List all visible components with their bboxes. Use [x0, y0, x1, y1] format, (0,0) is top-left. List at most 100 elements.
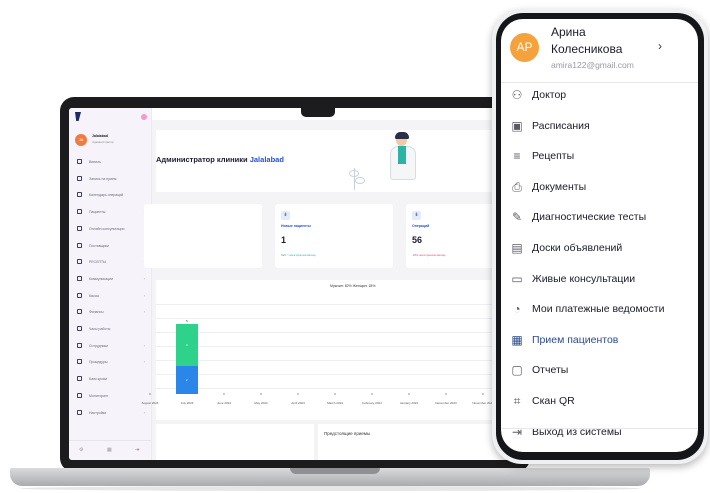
- bottom-card-left: [156, 424, 314, 460]
- sidebar-item[interactable]: Финансы ›: [75, 306, 149, 318]
- menu-item-icon: [77, 275, 82, 281]
- menu-item-icon: ⎙: [512, 179, 522, 194]
- phone-profile[interactable]: АР Арина Колесникова amira122@gmail.com …: [501, 19, 698, 83]
- sidebar-item-label: Календарь операций: [89, 193, 124, 198]
- menu-item-icon: [77, 292, 82, 298]
- avatar: JA: [75, 134, 87, 146]
- bar-value-label: 3: [186, 343, 188, 347]
- menu-item-icon: [77, 209, 82, 215]
- bar-value-label: 0: [149, 392, 151, 396]
- sidebar-item[interactable]: Пациенты›: [75, 206, 149, 218]
- phone-screen: АР Арина Колесникова amira122@gmail.com …: [501, 19, 698, 452]
- sidebar-item[interactable]: Мониторинг: [75, 390, 149, 402]
- stat-card: ⇟ Новые пациенты 1 NaN ↑ чем в прошлом меся…: [275, 204, 393, 268]
- profile-role: Администратор: [92, 140, 114, 144]
- sidebar-item[interactable]: Коммуникации ›: [75, 273, 149, 285]
- sidebar-item[interactable]: Процедуры ›: [75, 356, 149, 368]
- menu-item[interactable]: ▤ Доски объявлений: [501, 236, 698, 262]
- menu-item-icon: [77, 175, 82, 181]
- sidebar-item[interactable]: Онлайн консультации: [75, 223, 149, 235]
- x-tick-label: January 2024: [399, 401, 419, 405]
- notification-icon[interactable]: [141, 114, 147, 120]
- bar-value-label: 0: [371, 392, 373, 396]
- sidebar-item-label: Финансы: [89, 310, 104, 315]
- sidebar-item[interactable]: Кассы ›: [75, 290, 149, 302]
- menu-item[interactable]: ▢ Отчеты: [501, 358, 698, 384]
- bar-value-label: 0: [408, 392, 410, 396]
- menu-item[interactable]: ▦ Прием пациентов: [501, 328, 698, 354]
- menu-item-icon: ⚇: [511, 88, 523, 102]
- profile-first-name: Арина: [551, 25, 586, 39]
- menu-item[interactable]: ✎ Диагностические тесты: [501, 205, 698, 231]
- laptop-main: Администратор клиники Jalalabad ⇟ Новые п…: [142, 108, 521, 460]
- chevron-right-icon: ›: [143, 275, 145, 281]
- menu-item-icon: [77, 359, 82, 365]
- profile-last-name: Колесникова: [551, 42, 623, 56]
- x-tick-label: April 2024: [291, 401, 305, 405]
- plant-illustration: [349, 168, 367, 190]
- menu-item-icon: ≡: [513, 149, 521, 164]
- menu-item-icon: [77, 309, 82, 315]
- sidebar-item[interactable]: Випиль: [75, 156, 149, 168]
- menu-item-icon: ▦: [511, 332, 523, 347]
- sidebar-item-label: Процедуры: [89, 360, 108, 365]
- menu-item-icon: [77, 242, 82, 248]
- sidebar-item-label: Пациенты: [89, 210, 106, 215]
- menu-item[interactable]: ▣ Расписания: [501, 114, 698, 140]
- sidebar-item[interactable]: Поставщики: [75, 240, 149, 252]
- x-tick-label: May 2024: [254, 401, 268, 405]
- sidebar-item[interactable]: Банк крови: [75, 373, 149, 385]
- menu-item-label: Расписания: [532, 119, 590, 132]
- logout-icon[interactable]: ⇥: [135, 447, 139, 453]
- laptop-sidebar: JA Jalalabad Администратор Випиль Запись …: [69, 108, 152, 460]
- menu-item-label: Живые консультации: [532, 272, 636, 285]
- sidebar-item[interactable]: РЕСЕПТЫ›: [75, 256, 149, 268]
- bar-value-label: 0: [260, 392, 262, 396]
- menu-item-label: Рецепты: [532, 150, 575, 163]
- menu-divider: [501, 428, 698, 429]
- sidebar-item-label: Онлайн консультации: [89, 226, 125, 231]
- gridline: [156, 374, 521, 375]
- chart-legend: Мужчин: 82% Женщин: 18%: [330, 284, 376, 288]
- sidebar-item-label: Кассы: [89, 293, 100, 298]
- gridline: [156, 360, 521, 361]
- menu-item-icon: [77, 409, 82, 415]
- laptop-shadow: [20, 486, 640, 491]
- sidebar-item[interactable]: Настройки ›: [75, 407, 149, 419]
- upcoming-appointments-card: Предстоящие приемы: [318, 424, 521, 460]
- camera-notch: [301, 108, 335, 117]
- sidebar-footer: ⚙ ▦ ⇥: [69, 440, 151, 460]
- menu-item[interactable]: ⌗ Скан QR: [501, 389, 698, 415]
- laptop-hinge: [290, 468, 380, 474]
- menu-item[interactable]: ⇥ Выход из системы: [501, 420, 698, 446]
- menu-item-icon: ▣: [511, 118, 523, 133]
- menu-item-label: Документы: [532, 180, 587, 193]
- menu-item[interactable]: ⚇ Доктор: [501, 83, 698, 109]
- menu-item-icon: [77, 159, 82, 164]
- menu-item-icon: ✎: [511, 210, 523, 225]
- bar-value-label: 2: [186, 378, 188, 382]
- sidebar-item[interactable]: Календарь операций: [75, 189, 149, 201]
- sidebar-item-label: Поставщики: [89, 243, 109, 248]
- top-header: [152, 108, 521, 120]
- menu-item[interactable]: ⎙ Документы: [501, 175, 698, 201]
- menu-item[interactable]: ▭ Живые консультации: [501, 267, 698, 293]
- menu-item-icon: ▢: [511, 363, 523, 378]
- laptop-profile[interactable]: JA Jalalabad Администратор: [75, 132, 151, 150]
- menu-item[interactable]: ◔ Мои платежные ведомости: [501, 297, 698, 323]
- menu-item-icon: ▤: [511, 241, 523, 255]
- chevron-right-icon: ›: [143, 359, 145, 365]
- stat-subtext: -18% чем в прошлом месяце: [412, 254, 446, 257]
- sidebar-item[interactable]: Сотрудники ›: [75, 340, 149, 352]
- chevron-right-icon[interactable]: ›: [658, 39, 662, 53]
- settings-icon[interactable]: ⚙: [79, 447, 83, 453]
- menu-item-label: Отчеты: [532, 364, 569, 377]
- stat-icon: ⇟: [412, 211, 421, 220]
- x-tick-label: November 2023: [472, 401, 494, 405]
- menu-item[interactable]: ≡ Рецепты: [501, 144, 698, 170]
- sidebar-item[interactable]: Запись на прием: [75, 173, 149, 185]
- sidebar-item[interactable]: Часы работы: [75, 323, 149, 335]
- doctor-illustration: [384, 132, 424, 190]
- menu-item-icon: ⌗: [513, 394, 521, 408]
- grid-icon[interactable]: ▦: [107, 447, 112, 453]
